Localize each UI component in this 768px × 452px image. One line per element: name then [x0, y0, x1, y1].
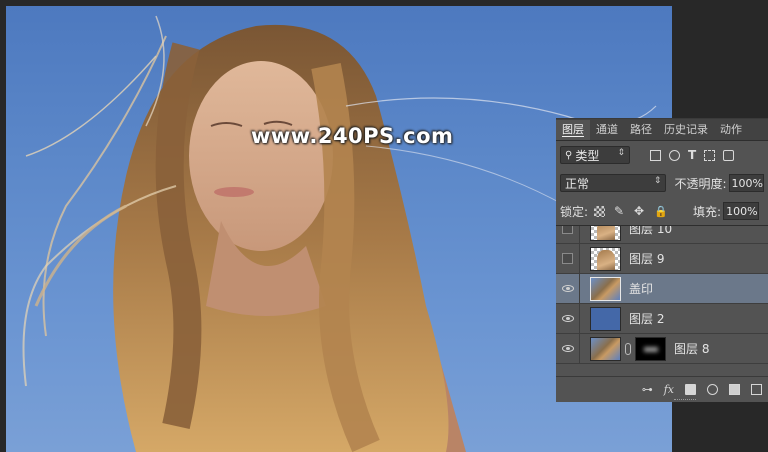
lock-position-icon[interactable]: ✥ [634, 205, 645, 217]
visibility-toggle[interactable] [556, 243, 580, 274]
layer-name: 盖印 [629, 282, 654, 296]
layer-thumbnail [590, 246, 621, 271]
blend-mode-select[interactable]: 正常 ⇕ [560, 174, 667, 192]
visibility-toggle[interactable] [556, 226, 580, 244]
lock-row: 锁定: ✎ ✥ 🔒 填充: 100% [556, 197, 768, 225]
tab-layers[interactable]: 图层 [556, 120, 590, 140]
fx-icon[interactable]: fx [664, 383, 674, 396]
layer-name: 图层 8 [674, 342, 710, 356]
lock-transparent-icon[interactable] [594, 205, 606, 217]
layers-list: 图层 10 图层 9 盖印 图层 2 图层 8 [556, 225, 768, 371]
smart-object-filter-icon[interactable] [723, 149, 735, 161]
eye-icon [561, 345, 574, 352]
panel-tabs: 图层 通道 路径 历史记录 动作 [556, 119, 768, 141]
hidden-box-icon [562, 253, 573, 264]
chevron-updown-icon: ⇕ [653, 176, 662, 186]
mask-icon[interactable] [685, 384, 696, 395]
workspace-background [672, 0, 768, 118]
layer-row-selected[interactable]: 盖印 [556, 273, 768, 304]
layer-mask-thumbnail[interactable] [635, 336, 666, 361]
eye-icon [561, 285, 574, 292]
layer-thumbnail [590, 336, 621, 361]
fill-label: 填充: [693, 204, 722, 219]
layer-thumbnail [590, 276, 621, 301]
eye-icon [561, 315, 574, 322]
shape-filter-icon[interactable] [704, 149, 716, 161]
fill-input[interactable]: 100% [723, 202, 760, 220]
layer-name: 图层 9 [629, 252, 665, 266]
layer-thumbnail [590, 226, 621, 241]
lock-all-icon[interactable]: 🔒 [654, 206, 668, 217]
hidden-box-icon [562, 226, 573, 234]
visibility-toggle[interactable] [556, 303, 580, 334]
opacity-label: 不透明度: [674, 176, 727, 191]
chevron-updown-icon: ⇕ [617, 148, 625, 158]
image-filter-icon[interactable] [650, 149, 661, 161]
tab-channels[interactable]: 通道 [590, 120, 624, 140]
adjustment-filter-icon[interactable] [669, 149, 680, 161]
lock-image-icon[interactable]: ✎ [614, 205, 625, 217]
panel-bottom-toolbar: ⊶ fx [556, 376, 768, 402]
layer-row[interactable]: 图层 2 [556, 303, 768, 334]
layer-name: 图层 2 [629, 312, 665, 326]
layer-name: 图层 10 [629, 225, 673, 236]
layer-thumbnail [590, 306, 621, 331]
layer-filter-kind-select[interactable]: ⚲ 类型 ⇕ [560, 146, 630, 164]
new-layer-icon[interactable] [751, 384, 762, 395]
layer-row[interactable]: 图层 8 [556, 333, 768, 364]
layer-row[interactable]: 图层 10 [556, 225, 768, 244]
visibility-toggle[interactable] [556, 273, 580, 304]
adjustment-icon[interactable] [707, 384, 718, 395]
watermark-text: www.240PS.com [251, 124, 454, 148]
lock-label: 锁定: [560, 204, 589, 219]
tab-paths[interactable]: 路径 [624, 120, 658, 140]
tab-history[interactable]: 历史记录 [658, 120, 714, 140]
chain-link-icon[interactable] [625, 342, 631, 355]
layer-row[interactable]: 图层 9 [556, 243, 768, 274]
folder-icon[interactable] [729, 384, 740, 395]
search-icon: ⚲ [565, 149, 573, 161]
type-filter-icon[interactable]: T [688, 148, 696, 162]
link-icon[interactable]: ⊶ [642, 383, 653, 396]
filter-row: ⚲ 类型 ⇕ T [556, 141, 768, 169]
tab-actions[interactable]: 动作 [714, 120, 748, 140]
visibility-toggle[interactable] [556, 333, 580, 364]
blend-row: 正常 ⇕ 不透明度: 100% [556, 169, 768, 197]
resize-grip[interactable] [674, 399, 696, 402]
layers-panel: 图层 通道 路径 历史记录 动作 ⚲ 类型 ⇕ T 正常 ⇕ 不透明度: 100… [556, 118, 768, 402]
opacity-input[interactable]: 100% [728, 174, 764, 192]
